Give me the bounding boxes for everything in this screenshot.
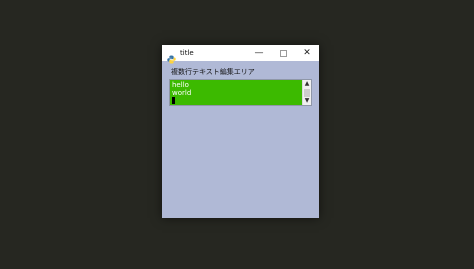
textarea-label: 複数行テキスト編集エリア xyxy=(171,68,255,76)
text-content[interactable]: hello world xyxy=(172,81,300,105)
title-bar[interactable]: title — ✕ xyxy=(162,45,319,64)
multiline-text-area[interactable]: hello world ▲ ▼ xyxy=(169,79,312,106)
close-button[interactable]: ✕ xyxy=(295,45,319,61)
python-icon xyxy=(167,49,176,64)
maximize-icon xyxy=(279,49,287,57)
text-caret xyxy=(172,97,175,104)
scroll-down-arrow-icon[interactable]: ▼ xyxy=(303,97,311,105)
window-title: title xyxy=(180,49,194,57)
maximize-button[interactable] xyxy=(271,45,295,61)
scroll-up-arrow-icon[interactable]: ▲ xyxy=(303,80,311,88)
app-window: title — ✕ 複数行テキスト編集エリア hello world ▲ ▼ xyxy=(162,45,319,218)
minimize-button[interactable]: — xyxy=(247,45,271,61)
text-line: world xyxy=(172,89,192,97)
scrollbar-thumb[interactable] xyxy=(304,89,310,97)
text-line: hello xyxy=(172,81,189,89)
vertical-scrollbar[interactable]: ▲ ▼ xyxy=(302,80,311,105)
